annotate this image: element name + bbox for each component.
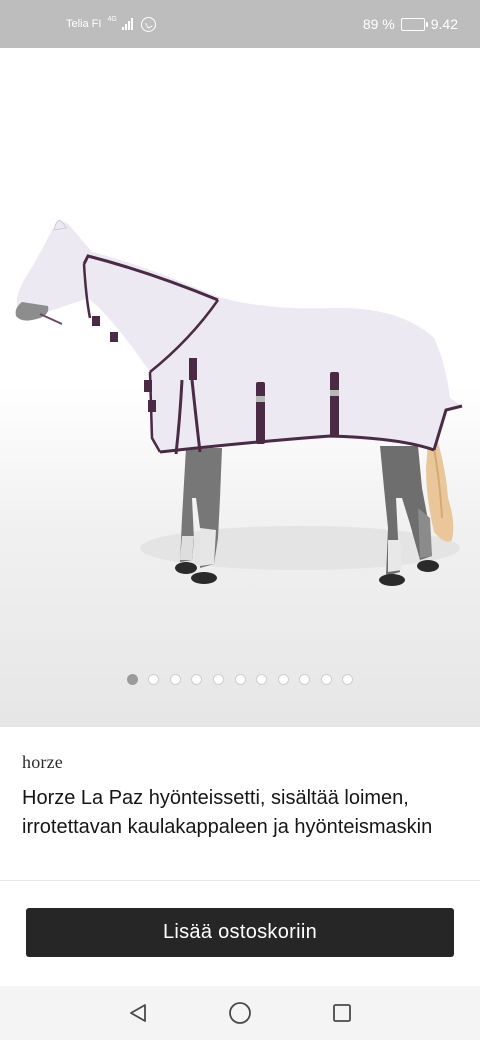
pagination-dot[interactable]	[169, 674, 181, 685]
system-navigation-bar	[0, 986, 480, 1040]
back-triangle-icon	[130, 1004, 146, 1022]
pagination-dot[interactable]	[256, 674, 268, 685]
home-button[interactable]	[226, 999, 254, 1027]
brand-name[interactable]: horze	[22, 752, 63, 773]
signal-icon	[121, 18, 133, 30]
status-bar: Telia FI 4G 89 % 9.42	[0, 0, 480, 48]
pagination-dot[interactable]	[148, 674, 160, 685]
recents-button[interactable]	[328, 999, 356, 1027]
pagination-dot[interactable]	[342, 674, 354, 685]
divider	[0, 726, 480, 727]
pagination-dot[interactable]	[320, 674, 332, 685]
pagination-dot[interactable]	[234, 674, 246, 685]
product-image-gallery[interactable]	[0, 48, 480, 726]
battery-percentage: 89 %	[362, 16, 395, 32]
pagination-dot[interactable]	[126, 674, 138, 685]
product-image[interactable]	[0, 168, 480, 608]
carrier-name: Telia FI	[66, 18, 102, 30]
recents-square-icon	[333, 1004, 351, 1022]
back-button[interactable]	[124, 999, 152, 1027]
pagination-dot[interactable]	[191, 674, 203, 685]
network-type: 4G	[107, 15, 117, 23]
status-right: 89 % 9.42	[363, 16, 458, 32]
product-title: Horze La Paz hyönteissetti, sisältää loi…	[22, 787, 433, 838]
pagination-dot[interactable]	[277, 674, 289, 685]
home-circle-icon	[229, 1002, 251, 1024]
status-left: Telia FI 4G	[66, 15, 156, 32]
whatsapp-icon	[140, 16, 156, 32]
clock: 9.42	[430, 16, 458, 32]
battery-icon	[400, 17, 428, 31]
divider	[0, 880, 480, 881]
image-pagination[interactable]	[0, 674, 480, 685]
add-to-cart-button[interactable]: Lisää ostoskoriin	[26, 908, 454, 957]
pagination-dot[interactable]	[299, 674, 311, 685]
pagination-dot[interactable]	[212, 674, 224, 685]
